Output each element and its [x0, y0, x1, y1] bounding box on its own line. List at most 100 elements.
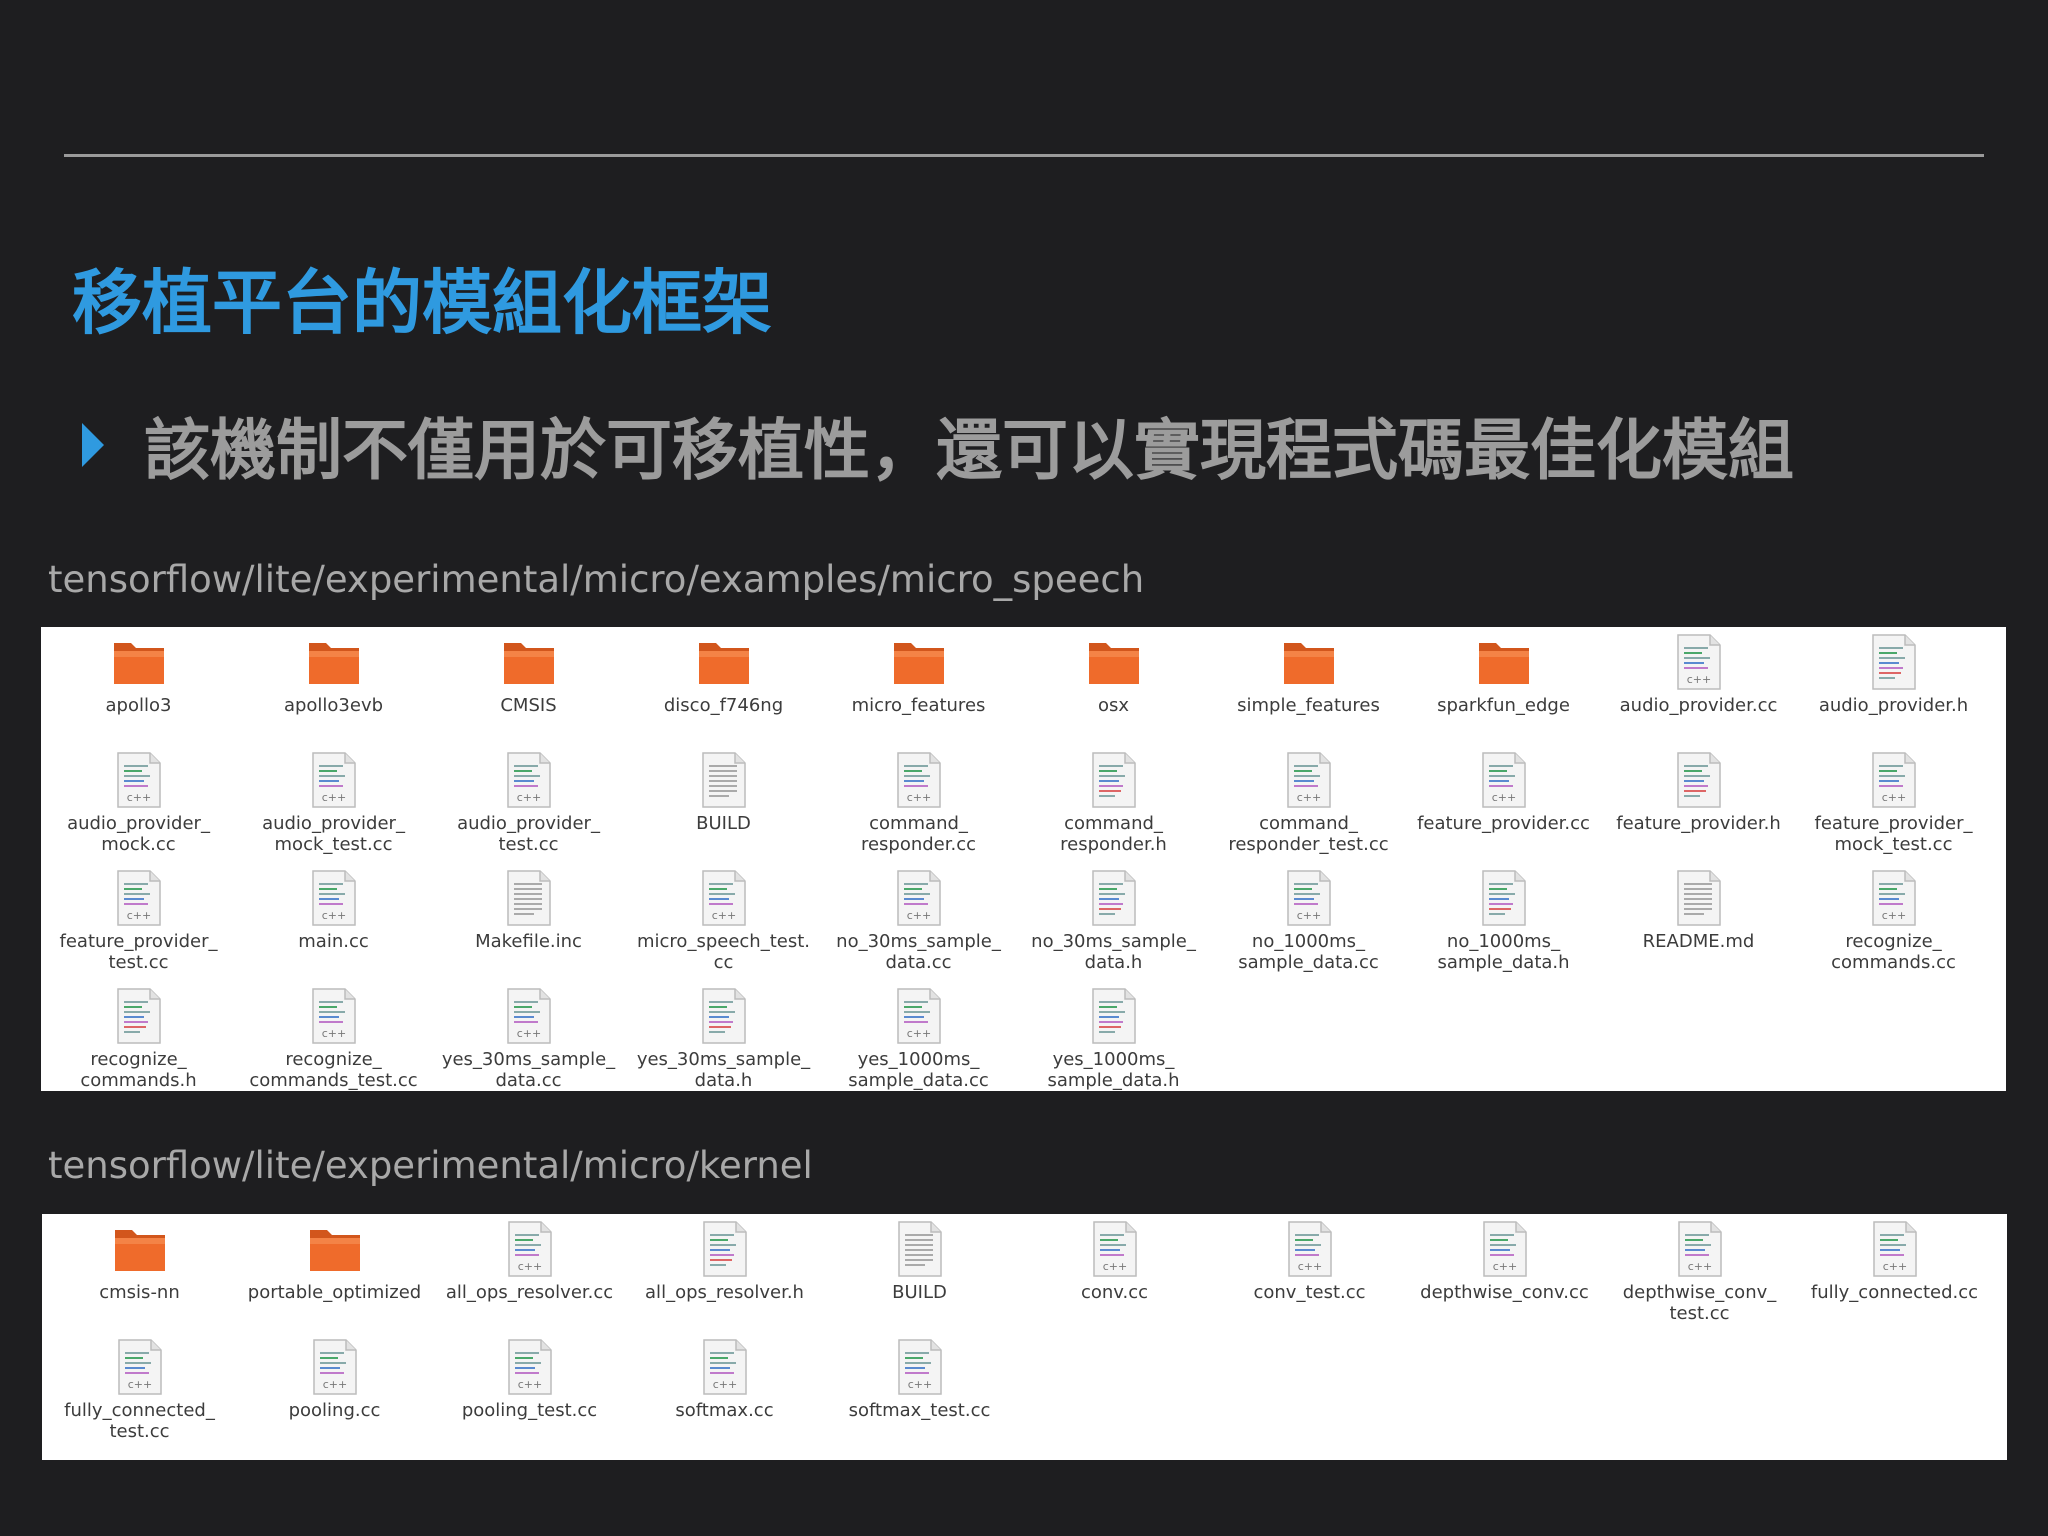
file-name-label: main.cc	[298, 931, 369, 952]
file-item-simple-features[interactable]: simple_features	[1211, 631, 1406, 749]
file-item-all-ops-resolver-cc[interactable]: c++ all_ops_resolver.cc	[432, 1218, 627, 1336]
file-item-no-1000ms-sample-data-h[interactable]: no_1000ms_ sample_data.h	[1406, 867, 1601, 985]
cpp-file-icon: c++	[304, 1336, 366, 1398]
file-item-softmax-test-cc[interactable]: c++ softmax_test.cc	[822, 1336, 1017, 1454]
file-item-build[interactable]: BUILD	[822, 1218, 1017, 1336]
file-item-portable-optimized[interactable]: portable_optimized	[237, 1218, 432, 1336]
file-item-yes-30ms-sample-data-h[interactable]: yes_30ms_sample_ data.h	[626, 985, 821, 1103]
file-name-label: feature_provider.cc	[1417, 813, 1590, 834]
slide-title: 移植平台的模組化框架	[72, 261, 772, 344]
cpp-file-icon: c++	[1279, 1218, 1341, 1280]
file-item-recognize-commands-test-cc[interactable]: c++ recognize_ commands_test.cc	[236, 985, 431, 1103]
file-name-label: pooling_test.cc	[461, 1400, 598, 1421]
path-label-micro-speech: tensorflow/lite/experimental/micro/examp…	[48, 558, 1145, 601]
file-item-main-cc[interactable]: c++ main.cc	[236, 867, 431, 985]
file-item-micro-features[interactable]: micro_features	[821, 631, 1016, 749]
file-grid: apollo3 apollo3evb CMSIS disco_f746ng mi…	[41, 627, 1991, 1103]
file-item-all-ops-resolver-h[interactable]: all_ops_resolver.h	[627, 1218, 822, 1336]
file-item-recognize-commands-cc[interactable]: c++ recognize_ commands.cc	[1796, 867, 1991, 985]
folder-icon	[693, 631, 755, 693]
folder-icon	[888, 631, 950, 693]
file-item-osx[interactable]: osx	[1016, 631, 1211, 749]
file-item-audio-provider-mock-test-cc[interactable]: c++ audio_provider_ mock_test.cc	[236, 749, 431, 867]
file-name-label: audio_provider.cc	[1619, 695, 1778, 716]
file-item-yes-1000ms-sample-data-cc[interactable]: c++ yes_1000ms_ sample_data.cc	[821, 985, 1016, 1103]
file-item-command-responder-test-cc[interactable]: c++ command_ responder_test.cc	[1211, 749, 1406, 867]
file-item-depthwise-conv-test-cc[interactable]: c++ depthwise_conv_ test.cc	[1602, 1218, 1797, 1336]
svg-text:c++: c++	[712, 1378, 736, 1391]
file-name-label: BUILD	[696, 813, 751, 834]
folder-icon	[498, 631, 560, 693]
svg-text:c++: c++	[906, 1027, 930, 1040]
file-item-audio-provider-mock-cc[interactable]: c++ audio_provider_ mock.cc	[41, 749, 236, 867]
bullet-arrow-icon	[82, 423, 104, 467]
cpp-file-icon: c++	[498, 985, 560, 1047]
cpp-file-icon: c++	[498, 749, 560, 811]
file-item-feature-provider-mock-test-cc[interactable]: c++ feature_provider_ mock_test.cc	[1796, 749, 1991, 867]
cpp-file-icon: c++	[1278, 749, 1340, 811]
file-item-build[interactable]: BUILD	[626, 749, 821, 867]
file-item-sparkfun-edge[interactable]: sparkfun_edge	[1406, 631, 1601, 749]
file-item-pooling-test-cc[interactable]: c++ pooling_test.cc	[432, 1336, 627, 1454]
file-name-label: yes_1000ms_ sample_data.cc	[848, 1049, 989, 1091]
file-item-yes-30ms-sample-data-cc[interactable]: c++ yes_30ms_sample_ data.cc	[431, 985, 626, 1103]
file-name-label: command_ responder_test.cc	[1228, 813, 1389, 855]
file-name-label: disco_f746ng	[663, 695, 784, 716]
file-name-label: pooling.cc	[288, 1400, 381, 1421]
file-item-no-1000ms-sample-data-cc[interactable]: c++ no_1000ms_ sample_data.cc	[1211, 867, 1406, 985]
file-item-audio-provider-h[interactable]: audio_provider.h	[1796, 631, 1991, 749]
file-name-label: recognize_ commands.cc	[1831, 931, 1956, 973]
file-item-feature-provider-h[interactable]: feature_provider.h	[1601, 749, 1796, 867]
file-item-yes-1000ms-sample-data-h[interactable]: yes_1000ms_ sample_data.h	[1016, 985, 1211, 1103]
file-item-conv-cc[interactable]: c++ conv.cc	[1017, 1218, 1212, 1336]
file-item-disco-f746ng[interactable]: disco_f746ng	[626, 631, 821, 749]
file-name-label: conv_test.cc	[1253, 1282, 1366, 1303]
file-item-no-30ms-sample-data-h[interactable]: no_30ms_sample_ data.h	[1016, 867, 1211, 985]
file-item-audio-provider-test-cc[interactable]: c++ audio_provider_ test.cc	[431, 749, 626, 867]
file-name-label: all_ops_resolver.h	[645, 1282, 804, 1303]
svg-text:c++: c++	[1686, 673, 1710, 686]
text-file-icon	[889, 1218, 951, 1280]
file-item-micro-speech-test-cc[interactable]: c++ micro_speech_test. cc	[626, 867, 821, 985]
cpp-file-icon: c++	[109, 1336, 171, 1398]
file-item-feature-provider-test-cc[interactable]: c++ feature_provider_ test.cc	[41, 867, 236, 985]
file-item-cmsis[interactable]: CMSIS	[431, 631, 626, 749]
file-item-no-30ms-sample-data-cc[interactable]: c++ no_30ms_sample_ data.cc	[821, 867, 1016, 985]
svg-text:c++: c++	[516, 791, 540, 804]
file-name-label: micro_features	[851, 695, 986, 716]
file-item-makefile-inc[interactable]: Makefile.inc	[431, 867, 626, 985]
file-item-softmax-cc[interactable]: c++ softmax.cc	[627, 1336, 822, 1454]
file-name-label: fully_connected_ test.cc	[64, 1400, 215, 1442]
svg-text:c++: c++	[1102, 1260, 1126, 1273]
folder-icon	[1473, 631, 1535, 693]
file-item-apollo3evb[interactable]: apollo3evb	[236, 631, 431, 749]
folder-icon	[109, 1218, 171, 1280]
svg-text:c++: c++	[906, 791, 930, 804]
file-item-pooling-cc[interactable]: c++ pooling.cc	[237, 1336, 432, 1454]
folder-icon	[1083, 631, 1145, 693]
header-file-icon	[1083, 867, 1145, 929]
file-name-label: feature_provider_ mock_test.cc	[1814, 813, 1973, 855]
file-name-label: feature_provider.h	[1616, 813, 1781, 834]
file-item-apollo3[interactable]: apollo3	[41, 631, 236, 749]
file-item-readme-md[interactable]: README.md	[1601, 867, 1796, 985]
header-file-icon	[693, 985, 755, 1047]
file-item-command-responder-cc[interactable]: c++ command_ responder.cc	[821, 749, 1016, 867]
file-item-fully-connected-cc[interactable]: c++ fully_connected.cc	[1797, 1218, 1992, 1336]
file-item-depthwise-conv-cc[interactable]: c++ depthwise_conv.cc	[1407, 1218, 1602, 1336]
bullet-point: 該機制不僅用於可移植性，還可以實現程式碼最佳化模組	[82, 400, 1794, 490]
cpp-file-icon: c++	[1863, 867, 1925, 929]
header-file-icon	[694, 1218, 756, 1280]
header-file-icon	[108, 985, 170, 1047]
file-item-conv-test-cc[interactable]: c++ conv_test.cc	[1212, 1218, 1407, 1336]
cpp-file-icon: c++	[499, 1336, 561, 1398]
file-item-cmsis-nn[interactable]: cmsis-nn	[42, 1218, 237, 1336]
file-item-recognize-commands-h[interactable]: recognize_ commands.h	[41, 985, 236, 1103]
file-item-command-responder-h[interactable]: command_ responder.h	[1016, 749, 1211, 867]
file-name-label: softmax.cc	[675, 1400, 774, 1421]
file-item-feature-provider-cc[interactable]: c++ feature_provider.cc	[1406, 749, 1601, 867]
file-item-audio-provider-cc[interactable]: c++ audio_provider.cc	[1601, 631, 1796, 749]
svg-text:c++: c++	[1296, 791, 1320, 804]
file-item-fully-connected-test-cc[interactable]: c++ fully_connected_ test.cc	[42, 1336, 237, 1454]
svg-text:c++: c++	[1296, 909, 1320, 922]
